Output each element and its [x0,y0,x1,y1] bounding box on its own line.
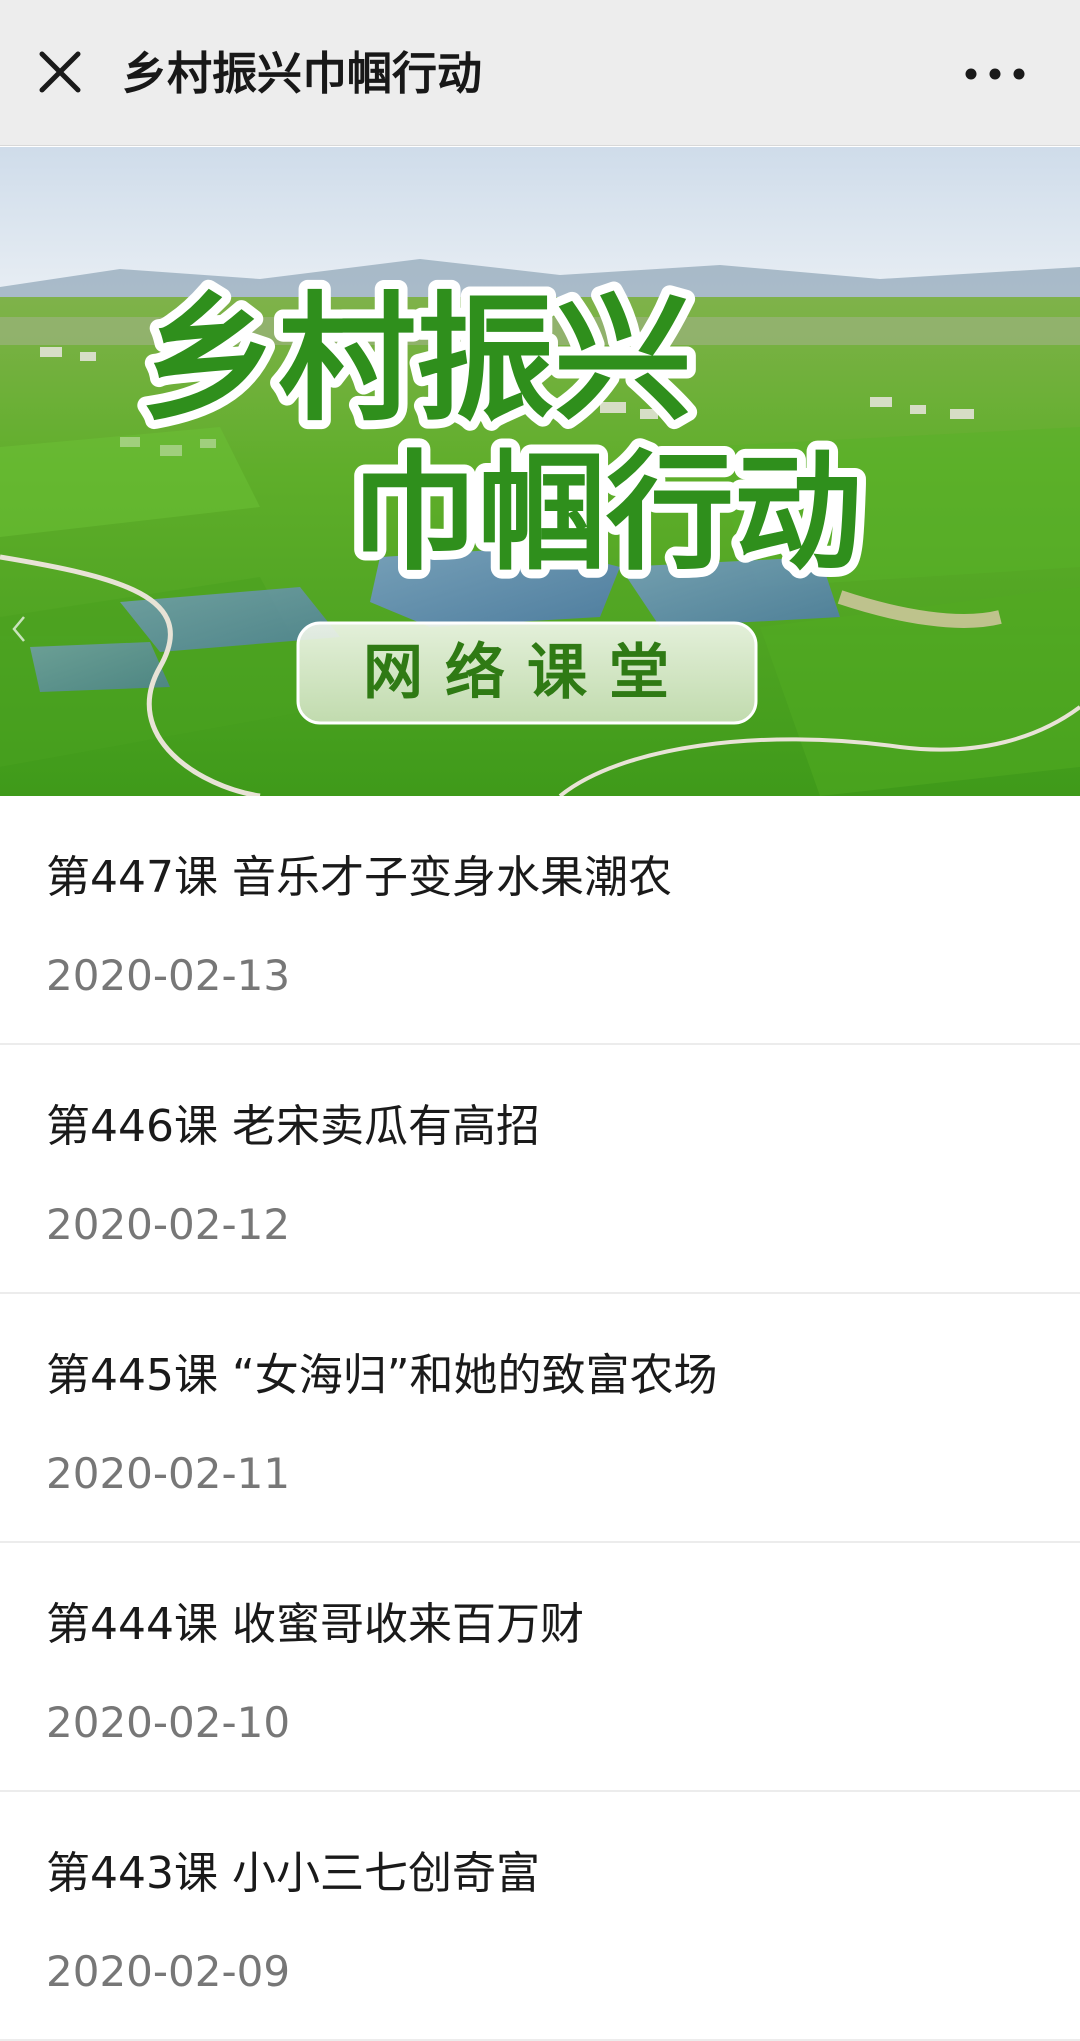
lesson-title: 第445课 “女海归”和她的致富农场 [46,1350,718,1401]
lesson-date: 2020-02-11 [46,1449,291,1498]
list-item[interactable]: 第443课 小小三七创奇富 2020-02-09 [0,1792,1080,2041]
banner-badge-text: 网络课堂 [363,638,691,708]
lesson-date: 2020-02-12 [46,1200,291,1249]
banner-badge: 网络课堂 [296,621,758,725]
banner-image: 乡村振兴 乡村振兴 巾帼行动 巾帼行动 网络课堂 [0,147,1080,796]
lesson-title: 第446课 老宋卖瓜有高招 [46,1101,540,1152]
banner-title-line2: 巾帼行动 [350,439,862,588]
more-horizontal-icon[interactable] [958,46,1032,102]
lesson-date: 2020-02-10 [46,1698,291,1747]
top-bar: 乡村振兴巾帼行动 [0,0,1080,146]
lesson-title: 第443课 小小三七创奇富 [46,1848,540,1899]
list-item[interactable]: 第446课 老宋卖瓜有高招 2020-02-12 [0,1045,1080,1294]
close-icon[interactable] [28,40,92,104]
page-title: 乡村振兴巾帼行动 [122,47,483,100]
list-item[interactable]: 第444课 收蜜哥收来百万财 2020-02-10 [0,1543,1080,1792]
lesson-date: 2020-02-13 [46,951,291,1000]
banner-title-line1: 乡村振兴 [140,279,692,440]
lesson-title: 第447课 音乐才子变身水果潮农 [46,852,672,903]
lesson-title: 第444课 收蜜哥收来百万财 [46,1599,584,1650]
list-item[interactable]: 第447课 音乐才子变身水果潮农 2020-02-13 [0,796,1080,1045]
lesson-list: 第447课 音乐才子变身水果潮农 2020-02-13 第446课 老宋卖瓜有高… [0,796,1080,2041]
list-item[interactable]: 第445课 “女海归”和她的致富农场 2020-02-11 [0,1294,1080,1543]
lesson-date: 2020-02-09 [46,1947,291,1996]
